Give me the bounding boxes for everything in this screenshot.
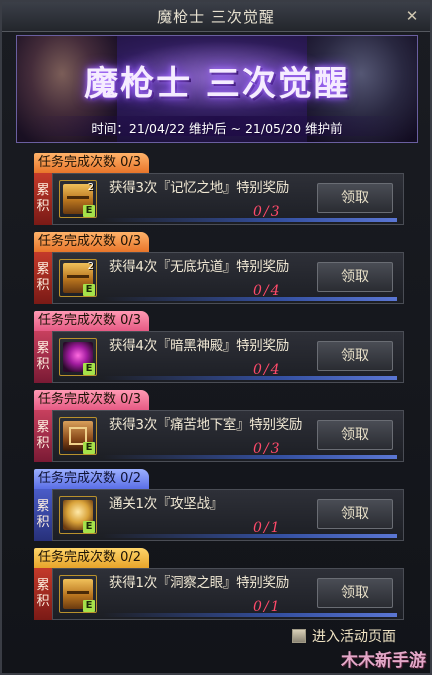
cumulative-label: 累积 — [34, 331, 52, 383]
enter-event-page-link[interactable]: 进入活动页面 — [292, 626, 396, 646]
cumulative-label: 累积 — [34, 252, 52, 304]
cumulative-label: 累积 — [34, 489, 52, 541]
cumulative-label: 累积 — [34, 568, 52, 620]
task-row: 任务完成次数 0/3 累积 E 获得3次『痛苦地下室』特别奖励 0/3 领取 — [31, 390, 404, 464]
checkbox-icon[interactable] — [292, 629, 306, 643]
claim-button[interactable]: 领取 — [317, 341, 393, 371]
task-description: 获得4次『无底坑道』特别奖励 — [109, 259, 289, 275]
banner-title: 魔枪士 三次觉醒 — [84, 64, 350, 104]
task-row: 任务完成次数 0/3 累积 2 E 获得4次『无底坑道』特别奖励 0/4 领取 — [31, 232, 404, 306]
event-window: 魔枪士 三次觉醒 ✕ 魔枪士 三次觉醒 时间：21/04/22 维护后 ~ 21… — [0, 0, 432, 675]
reward-shield-icon[interactable]: E — [59, 496, 97, 534]
claim-button[interactable]: 领取 — [317, 578, 393, 608]
enter-event-page-label: 进入活动页面 — [312, 629, 396, 645]
watermark: 木木新手游 — [341, 651, 426, 671]
task-description: 获得1次『洞察之眼』特别奖励 — [109, 575, 289, 591]
task-row: 任务完成次数 0/2 累积 E 获得1次『洞察之眼』特别奖励 0/1 领取 — [31, 548, 404, 622]
reward-chest-icon[interactable]: 2 E — [59, 259, 97, 297]
claim-button[interactable]: 领取 — [317, 420, 393, 450]
task-description: 获得4次『暗黑神殿』特别奖励 — [109, 338, 289, 354]
task-completion-tag: 任务完成次数 0/3 — [34, 153, 150, 173]
event-period: 时间：21/04/22 维护后 ~ 21/05/20 维护前 — [91, 121, 343, 136]
task-completion-tag: 任务完成次数 0/3 — [34, 311, 150, 331]
event-banner: 魔枪士 三次觉醒 时间：21/04/22 维护后 ~ 21/05/20 维护前 — [16, 35, 418, 143]
task-description: 通关1次『攻坚战』 — [109, 496, 223, 512]
reward-chest-icon[interactable]: 2 E — [59, 180, 97, 218]
close-icon[interactable]: ✕ — [404, 8, 420, 24]
reward-orb-icon[interactable]: E — [59, 338, 97, 376]
cumulative-label: 累积 — [34, 410, 52, 462]
claim-button[interactable]: 领取 — [317, 499, 393, 529]
task-completion-tag: 任务完成次数 0/3 — [34, 390, 150, 410]
reward-crate-icon[interactable]: E — [59, 417, 97, 455]
window-title: 魔枪士 三次觉醒 — [157, 8, 275, 26]
task-completion-tag: 任务完成次数 0/3 — [34, 232, 150, 252]
cumulative-label: 累积 — [34, 173, 52, 225]
task-row: 任务完成次数 0/3 累积 2 E 获得3次『记忆之地』特别奖励 0/3 领取 — [31, 153, 404, 227]
task-row: 任务完成次数 0/3 累积 E 获得4次『暗黑神殿』特别奖励 0/4 领取 — [31, 311, 404, 385]
task-completion-tag: 任务完成次数 0/2 — [34, 469, 150, 489]
task-completion-tag: 任务完成次数 0/2 — [34, 548, 150, 568]
task-description: 获得3次『记忆之地』特别奖励 — [109, 180, 289, 196]
title-bar: 魔枪士 三次觉醒 ✕ — [2, 2, 430, 32]
task-row: 任务完成次数 0/2 累积 E 通关1次『攻坚战』 0/1 领取 — [31, 469, 404, 543]
claim-button[interactable]: 领取 — [317, 262, 393, 292]
claim-button[interactable]: 领取 — [317, 183, 393, 213]
reward-chest-icon[interactable]: E — [59, 575, 97, 613]
task-description: 获得3次『痛苦地下室』特别奖励 — [109, 417, 303, 433]
